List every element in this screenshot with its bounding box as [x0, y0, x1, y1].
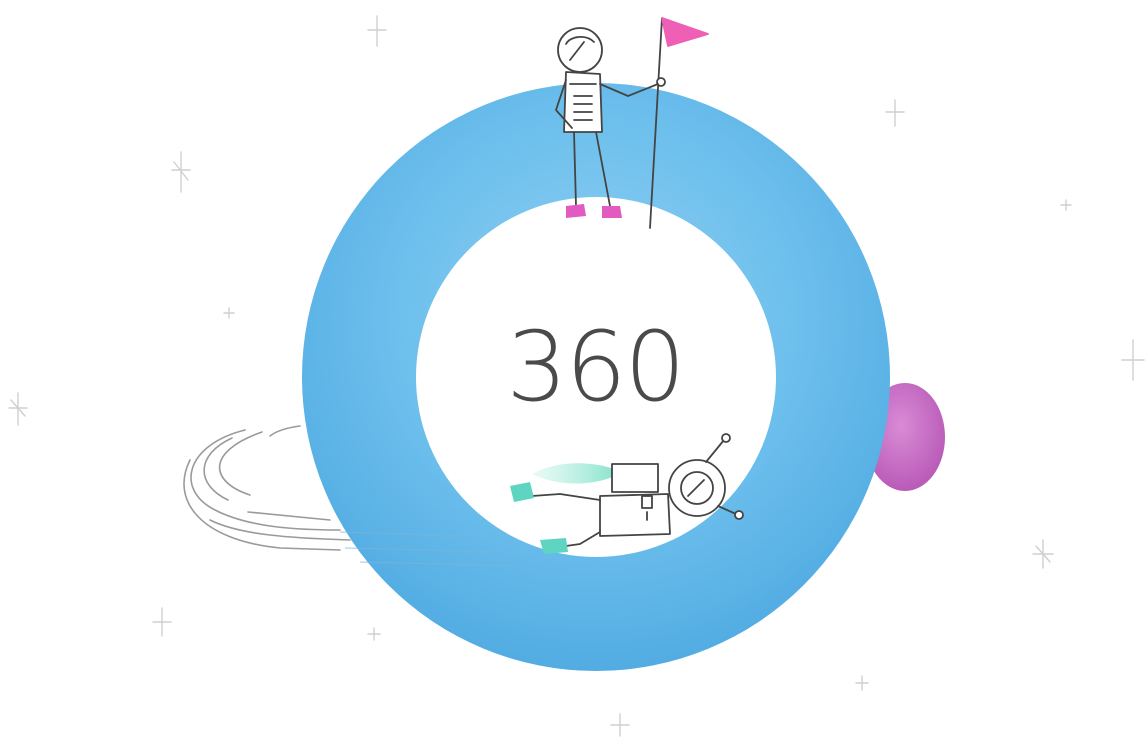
star-icon — [367, 15, 387, 47]
score-value: 360 — [506, 311, 685, 423]
star-icon — [8, 392, 28, 426]
star-icon — [855, 675, 869, 691]
star-icon — [885, 99, 905, 127]
star-icon — [223, 307, 235, 319]
illustration-stage: 360 — [0, 0, 1147, 741]
star-icon — [171, 151, 191, 193]
star-icon — [1121, 339, 1145, 381]
star-icon — [1032, 539, 1054, 569]
star-icon — [152, 607, 172, 637]
star-icon — [367, 627, 381, 641]
star-icon — [1060, 199, 1072, 211]
star-icon — [610, 713, 630, 737]
